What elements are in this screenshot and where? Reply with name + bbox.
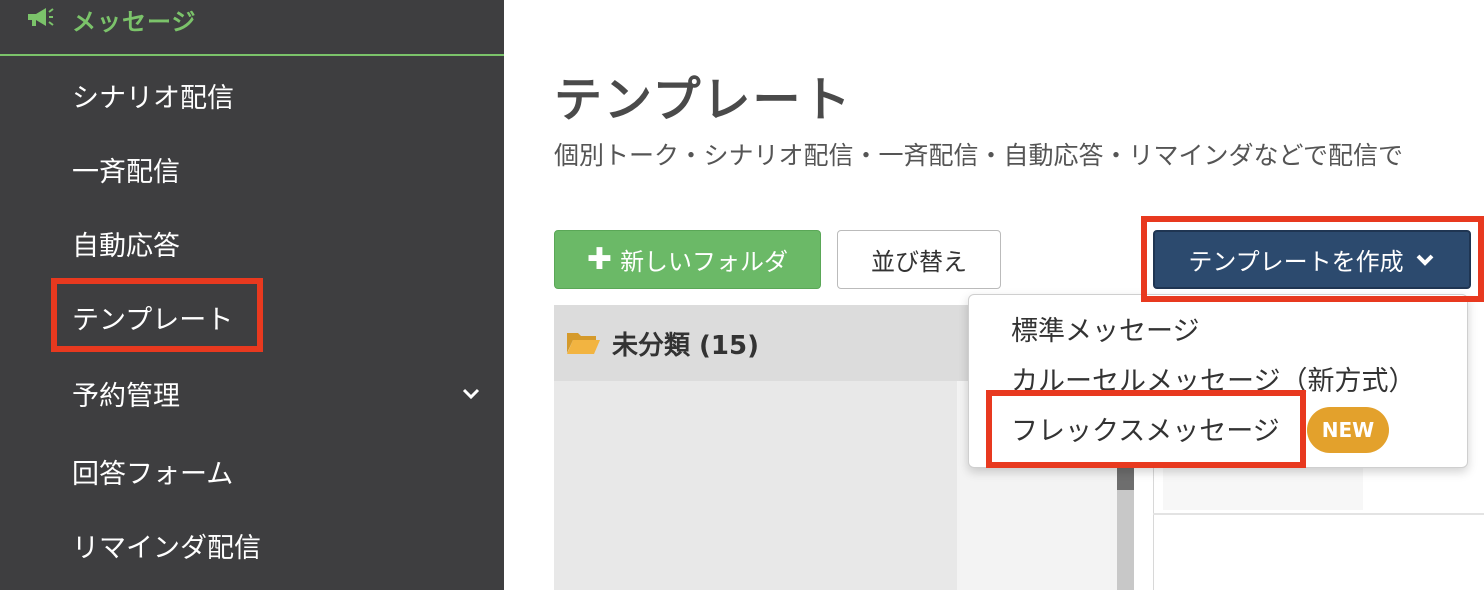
page-title: テンプレート: [554, 72, 853, 128]
plus-icon: ✚: [586, 241, 613, 277]
chevron-down-icon[interactable]: [460, 382, 482, 404]
sort-label: 並び替え: [871, 248, 967, 276]
sidebar-item-broadcast[interactable]: 一斉配信: [72, 150, 180, 189]
new-folder-label: 新しいフォルダ: [620, 248, 789, 276]
highlight-box-create-button: [1141, 216, 1484, 302]
folder-list-area: [554, 381, 957, 590]
template-preview-card[interactable]: [1163, 462, 1363, 510]
sidebar-item-reminder[interactable]: リマインダ配信: [72, 526, 261, 565]
menu-item-standard-message[interactable]: 標準メッセージ: [1011, 309, 1199, 348]
highlight-box-flex-message: [986, 390, 1306, 468]
page-description: 個別トーク・シナリオ配信・一斉配信・自動応答・リマインダなどで配信で: [554, 141, 1404, 170]
new-folder-button[interactable]: ✚ 新しいフォルダ: [554, 230, 821, 289]
folder-open-icon: [567, 333, 600, 354]
sidebar-item-reservation[interactable]: 予約管理: [72, 374, 180, 413]
sidebar-item-auto-reply[interactable]: 自動応答: [72, 224, 180, 263]
divider: [1153, 513, 1484, 515]
megaphone-icon: [28, 8, 54, 26]
sidebar-section-label: メッセージ: [72, 8, 197, 36]
sidebar-section-messages[interactable]: メッセージ: [0, 0, 504, 56]
highlight-box-template-nav: [51, 278, 263, 352]
sidebar-item-answer-form[interactable]: 回答フォーム: [72, 452, 233, 491]
folder-label: 未分類 (15): [612, 331, 759, 361]
sidebar-item-scenario[interactable]: シナリオ配信: [72, 76, 234, 115]
new-badge: NEW: [1307, 407, 1389, 453]
sort-button[interactable]: 並び替え: [837, 230, 1001, 289]
folder-header[interactable]: 未分類 (15): [554, 305, 984, 381]
